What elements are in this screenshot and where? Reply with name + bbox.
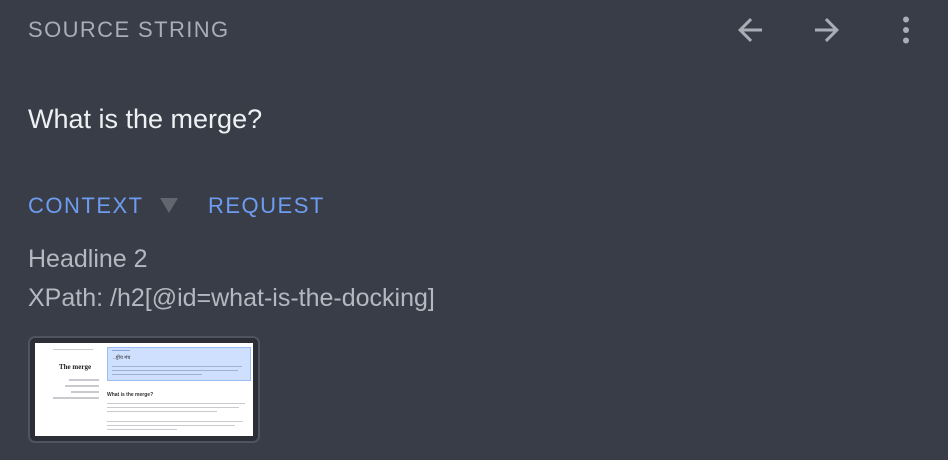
tab-request[interactable]: REQUEST xyxy=(208,193,325,219)
tab-context[interactable]: CONTEXT xyxy=(28,193,144,219)
screenshot-preview: The merge ..ष्ट्रीय मंच What is the merg… xyxy=(35,343,253,436)
screenshot-highlight-title: ..ष्ट्रीय मंच xyxy=(113,355,131,361)
caret-down-icon[interactable] xyxy=(160,198,178,213)
next-string-button[interactable] xyxy=(805,8,849,52)
more-vert-icon xyxy=(903,16,909,44)
more-options-button[interactable] xyxy=(884,8,928,52)
screenshot-highlight-box: ..ष्ट्रीय मंच xyxy=(107,347,251,381)
source-string-panel: SOURCE STRING What is the merge? CONTEXT… xyxy=(0,0,948,460)
context-screenshot-thumbnail[interactable]: The merge ..ष्ट्रीय मंच What is the merg… xyxy=(28,336,260,443)
screenshot-page-title: The merge xyxy=(59,363,92,371)
arrow-left-icon xyxy=(738,18,762,42)
previous-string-button[interactable] xyxy=(728,8,772,52)
screenshot-sidebar: The merge xyxy=(39,347,101,436)
arrow-right-icon xyxy=(815,18,839,42)
context-element-type: Headline 2 xyxy=(28,245,148,273)
context-xpath: XPath: /h2[@id=what-is-the-docking] xyxy=(28,284,435,312)
screenshot-section-title: What is the merge? xyxy=(107,392,154,398)
panel-header-label: SOURCE STRING xyxy=(28,17,230,42)
source-string-text: What is the merge? xyxy=(28,104,263,134)
